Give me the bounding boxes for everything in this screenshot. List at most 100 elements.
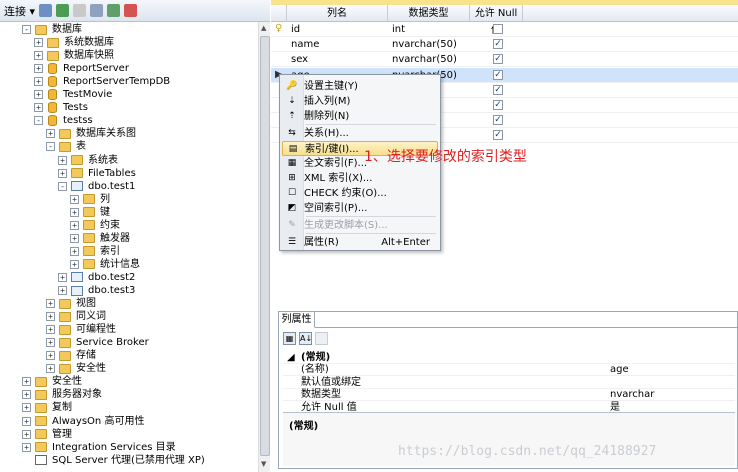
data-type-cell[interactable]: nvarchar(50)	[388, 52, 457, 67]
property-row[interactable]: 数据类型 nvarchar	[283, 389, 735, 401]
tree-item[interactable]: + 列	[70, 193, 110, 206]
menu-item[interactable]: ☐ CHECK 约束(O)...	[282, 186, 438, 201]
menu-item[interactable]: 🔑 设置主键(Y)	[282, 79, 438, 94]
allow-null-checkbox[interactable]	[493, 24, 503, 34]
tree-item[interactable]: + TestMovie	[34, 88, 112, 101]
expand-icon[interactable]: +	[34, 77, 43, 87]
property-value[interactable]: age	[610, 364, 629, 376]
tree-item[interactable]: + ReportServer	[34, 62, 129, 75]
expand-icon[interactable]: +	[22, 442, 31, 452]
menu-item[interactable]: ⊞ XML 索引(X)...	[282, 171, 438, 186]
allow-null-checkbox[interactable]: ✓	[493, 39, 503, 50]
column-row[interactable]: sex nvarchar(50) ✓	[271, 52, 738, 68]
tree-item[interactable]: + 系统数据库	[34, 36, 114, 49]
property-row[interactable]: (名称) age	[283, 364, 735, 376]
expand-icon[interactable]: +	[58, 155, 67, 165]
tree-item[interactable]: + dbo.test2	[58, 271, 135, 284]
expand-icon[interactable]: +	[34, 90, 43, 100]
collapse-icon[interactable]: -	[34, 116, 43, 126]
expand-icon[interactable]: +	[70, 259, 79, 269]
expand-icon[interactable]: +	[22, 429, 31, 439]
tree-item[interactable]: - 数据库	[22, 23, 82, 36]
tree-item[interactable]: + 视图	[46, 297, 96, 310]
allow-null-checkbox[interactable]: ✓	[493, 69, 503, 80]
tree-item[interactable]: + 可编程性	[46, 323, 116, 336]
refresh-icon[interactable]	[107, 4, 121, 17]
tree-item[interactable]: + 存储	[46, 349, 96, 362]
alphabetical-icon[interactable]: A↓	[299, 332, 312, 345]
expand-icon[interactable]: +	[46, 129, 55, 139]
tree-item[interactable]: + 安全性	[22, 375, 82, 388]
tree-item[interactable]: + 数据库关系图	[46, 127, 136, 140]
collapse-icon[interactable]: ◢	[287, 352, 295, 364]
disconnect-icon[interactable]	[56, 4, 70, 17]
tab-column-properties[interactable]: 列属性	[279, 312, 315, 328]
tree-item[interactable]: + 复制	[22, 401, 72, 414]
column-name-cell[interactable]: sex	[287, 52, 308, 67]
allow-null-checkbox[interactable]: ✓	[493, 115, 503, 126]
expand-icon[interactable]: +	[34, 38, 43, 48]
collapse-icon[interactable]: -	[58, 181, 67, 191]
expand-icon[interactable]: +	[46, 299, 55, 309]
expand-icon[interactable]: +	[70, 194, 79, 204]
properties-category-row[interactable]: ◢ (常规)	[283, 352, 735, 364]
tree-item[interactable]: + Service Broker	[46, 336, 149, 349]
tree-scrollbar[interactable]: ▲ ▼	[258, 22, 270, 472]
scroll-thumb[interactable]	[260, 36, 270, 456]
expand-icon[interactable]: +	[34, 64, 43, 74]
collapse-icon[interactable]: -	[46, 142, 55, 152]
tree-item[interactable]: SQL Server 代理(已禁用代理 XP)	[22, 454, 205, 467]
tree-item[interactable]: + 索引	[70, 245, 120, 258]
expand-icon[interactable]: +	[46, 312, 55, 322]
column-name-cell[interactable]: name	[287, 37, 319, 52]
tree-item[interactable]: + 数据库快照	[34, 49, 114, 62]
tree-item[interactable]: + 安全性	[46, 362, 106, 375]
tree-item[interactable]: + ReportServerTempDB	[34, 75, 170, 88]
expand-icon[interactable]: +	[46, 325, 55, 335]
expand-icon[interactable]: +	[70, 220, 79, 230]
scroll-down-icon[interactable]: ▼	[261, 460, 266, 468]
column-name-cell[interactable]: id	[287, 22, 300, 37]
tree-item[interactable]: + 服务器对象	[22, 388, 102, 401]
activity-monitor-icon[interactable]	[124, 4, 138, 17]
column-row[interactable]: ♀ id int	[271, 22, 738, 37]
property-pages-icon[interactable]	[315, 332, 328, 345]
tree-item[interactable]: + dbo.test3	[58, 284, 135, 297]
expand-icon[interactable]: +	[22, 403, 31, 413]
tree-item[interactable]: -表	[46, 140, 86, 153]
allow-null-checkbox[interactable]: ✓	[493, 130, 503, 141]
tree-item[interactable]: + FileTables	[58, 167, 136, 180]
categorized-icon[interactable]: ▦	[283, 332, 296, 345]
scroll-up-icon[interactable]: ▲	[261, 24, 266, 32]
expand-icon[interactable]: +	[46, 338, 55, 348]
tree-item[interactable]: + 键	[70, 206, 110, 219]
expand-icon[interactable]: +	[58, 286, 67, 295]
expand-icon[interactable]: +	[70, 246, 79, 256]
expand-icon[interactable]: +	[22, 416, 31, 426]
expand-icon[interactable]: +	[34, 51, 43, 61]
tree-item[interactable]: + Integration Services 目录	[22, 441, 176, 454]
expand-icon[interactable]: +	[58, 272, 67, 282]
allow-null-checkbox[interactable]: ✓	[493, 54, 503, 65]
column-row[interactable]: name nvarchar(50) ✓	[271, 37, 738, 53]
connect-button[interactable]: 连接 ▾	[4, 3, 35, 19]
expand-icon[interactable]: +	[34, 103, 43, 113]
menu-item[interactable]: ✎ 生成更改脚本(S)...	[282, 218, 438, 233]
filter-icon[interactable]	[90, 4, 104, 17]
tree-item[interactable]: + 约束	[70, 219, 120, 232]
menu-item[interactable]: ⇡ 删除列(N)	[282, 109, 438, 124]
expand-icon[interactable]: +	[70, 207, 79, 217]
data-type-cell[interactable]: nvarchar(50)	[388, 37, 457, 52]
property-row[interactable]: 默认值或绑定	[283, 377, 735, 389]
tree-item[interactable]: + 同义词	[46, 310, 106, 323]
expand-icon[interactable]: +	[22, 390, 31, 400]
tree-item[interactable]: + AlwaysOn 高可用性	[22, 415, 144, 428]
tree-item[interactable]: + 系统表	[58, 154, 118, 167]
property-value[interactable]: nvarchar	[610, 389, 654, 401]
menu-item[interactable]: ⇆ 关系(H)...	[282, 126, 438, 141]
tree-item[interactable]: + 管理	[22, 428, 72, 441]
tree-item[interactable]: + 触发器	[70, 232, 130, 245]
menu-item[interactable]: ⇣ 插入列(M)	[282, 94, 438, 109]
menu-item[interactable]: ☰ 属性(R) Alt+Enter	[282, 235, 438, 250]
expand-icon[interactable]: +	[70, 233, 79, 243]
